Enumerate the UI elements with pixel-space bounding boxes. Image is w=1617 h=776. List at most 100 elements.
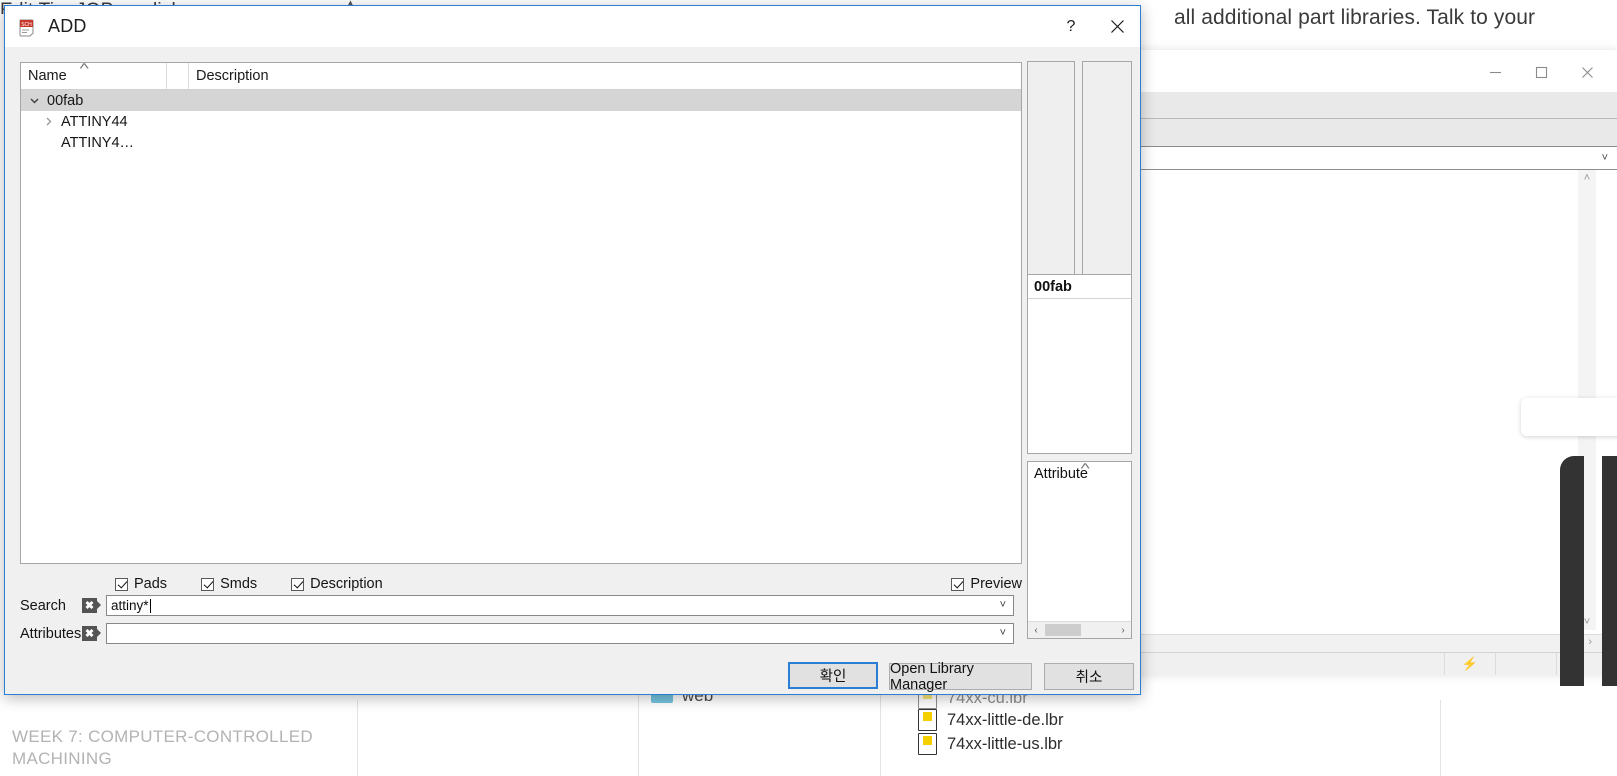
close-button[interactable]: [1094, 6, 1140, 47]
column-header-description[interactable]: Description: [189, 63, 1021, 89]
attribute-hscrollbar[interactable]: ‹ ›: [1028, 621, 1131, 638]
library-info-panel: 00fab: [1027, 274, 1132, 454]
scroll-right-icon[interactable]: ›: [1588, 636, 1592, 648]
page-divider-2: [638, 692, 639, 776]
status-cell-bolt: ⚡: [1445, 653, 1496, 675]
lightning-icon: ⚡: [1461, 656, 1479, 671]
background-window-controls: [1472, 58, 1610, 86]
scrollbar-thumb[interactable]: [1045, 624, 1081, 636]
checkbox-description[interactable]: Description: [291, 576, 383, 592]
cancel-button[interactable]: 취소: [1044, 663, 1134, 690]
tree-row-label: ATTINY44: [61, 113, 128, 130]
page-divider-4: [1440, 700, 1441, 776]
dialog-titlebar-buttons: ?: [1048, 6, 1140, 47]
background-window-toolbar: [1114, 92, 1617, 119]
chevron-right-icon[interactable]: [35, 111, 61, 132]
checkbox-pads-box[interactable]: [115, 577, 128, 591]
column-header-name-label: Name: [28, 68, 67, 84]
scroll-right-icon[interactable]: ›: [1115, 622, 1131, 638]
chevron-down-icon[interactable]: ˅: [1000, 599, 1006, 611]
checkbox-smds-box[interactable]: [201, 577, 215, 591]
column-header-name[interactable]: Name ˄: [21, 63, 167, 89]
dialog-body: Name ˄ Description 00fab ATTINY44 ATTINY…: [5, 47, 1140, 694]
sch-document-icon: SCH: [17, 17, 37, 37]
tree-rows: 00fab ATTINY44 ATTINY4…: [21, 90, 1021, 153]
table-row[interactable]: ATTINY4…: [21, 132, 1021, 153]
ok-button[interactable]: 확인: [788, 662, 878, 689]
scroll-up-icon[interactable]: ˄: [1584, 170, 1590, 186]
search-label: Search: [20, 597, 66, 614]
attributes-input[interactable]: ˅: [106, 623, 1014, 644]
minimize-icon[interactable]: [1472, 58, 1518, 86]
scroll-down-icon[interactable]: ˅: [1584, 614, 1590, 630]
clear-search-icon[interactable]: ✖: [82, 598, 101, 613]
search-input[interactable]: attiny* ˅: [106, 595, 1014, 616]
background-window-subtoolbar: [1114, 119, 1617, 147]
search-input-value: attiny*: [111, 598, 149, 613]
background-window-statusbar: ⚡: [1114, 652, 1617, 675]
checkbox-preview-label: Preview: [970, 576, 1022, 592]
table-row[interactable]: 00fab: [21, 90, 1021, 111]
sort-ascending-icon: ˄: [1079, 461, 1091, 473]
tree-row-label: ATTINY4…: [61, 134, 135, 151]
list-item[interactable]: 74xx-little-us.lbr: [918, 733, 1063, 755]
library-name-label: 00fab: [1028, 275, 1131, 299]
help-button[interactable]: ?: [1048, 6, 1094, 47]
chevron-down-icon[interactable]: ˅: [1000, 627, 1006, 639]
package-preview-pane: [1082, 61, 1132, 276]
background-banner-text: all additional part libraries. Talk to y…: [1174, 6, 1536, 29]
floating-card: [1521, 398, 1617, 436]
attributes-label: Attributes: [20, 625, 82, 642]
attributes-row: Attributes ✖ ˅: [20, 623, 1014, 644]
svg-text:SCH: SCH: [21, 21, 32, 27]
dialog-titlebar: SCH ADD ?: [5, 6, 1140, 47]
page-divider-1: [357, 700, 358, 776]
clear-attributes-icon[interactable]: ✖: [82, 626, 101, 641]
tree-row-label: 00fab: [47, 92, 84, 109]
dialog-title: ADD: [48, 16, 87, 36]
column-header-spacer[interactable]: [167, 63, 189, 89]
close-icon[interactable]: [1564, 58, 1610, 86]
chevron-down-icon[interactable]: [21, 90, 47, 111]
checkbox-preview-box[interactable]: [951, 577, 965, 591]
checkbox-description-box[interactable]: [291, 577, 305, 591]
options-row: Pads Smds Description Preview: [20, 572, 1022, 596]
list-item[interactable]: 74xx-little-de.lbr: [918, 709, 1063, 731]
library-tree-panel[interactable]: Name ˄ Description 00fab ATTINY44 ATTINY…: [20, 62, 1022, 564]
text-cursor: [149, 598, 151, 613]
tree-header: Name ˄ Description: [21, 63, 1021, 90]
checkbox-preview[interactable]: Preview: [951, 576, 1022, 592]
attribute-header[interactable]: Attribute ˄: [1028, 461, 1131, 485]
screen-root: Edit Tip: JOP — click ▲ all additional p…: [0, 0, 1617, 776]
background-window: ˅ ˄ ˅ › ⚡: [1113, 50, 1617, 675]
decorative-dark-bar-2: [1602, 456, 1617, 686]
sort-ascending-icon: ˄: [78, 62, 90, 73]
checkbox-smds-label: Smds: [220, 576, 258, 592]
column-header-description-label: Description: [196, 68, 269, 84]
add-dialog: SCH ADD ? Name ˄ Description 00fab ATTIN…: [4, 5, 1141, 695]
library-file-icon: [918, 733, 937, 755]
status-cell: [1114, 653, 1445, 675]
checkbox-description-label: Description: [310, 576, 383, 592]
library-file-label: 74xx-little-us.lbr: [947, 734, 1063, 753]
background-window-hscrollbar[interactable]: ›: [1114, 634, 1617, 653]
library-file-icon: [918, 709, 937, 731]
library-file-label: 74xx-little-de.lbr: [947, 710, 1064, 729]
checkbox-pads[interactable]: Pads: [115, 576, 167, 592]
search-row: Search ✖ attiny* ˅: [20, 595, 1014, 616]
background-window-combo[interactable]: ˅: [1114, 147, 1617, 170]
checkbox-pads-label: Pads: [134, 576, 168, 592]
week-title: WEEK 7: COMPUTER-CONTROLLED MACHINING: [12, 727, 313, 768]
decorative-dark-bar-1: [1560, 456, 1584, 686]
status-cell: [1496, 653, 1557, 675]
open-library-manager-button[interactable]: Open Library Manager: [889, 661, 1032, 693]
maximize-icon[interactable]: [1518, 58, 1564, 86]
page-divider-3: [880, 692, 881, 776]
symbol-preview-pane: [1027, 61, 1075, 276]
background-window-titlebar: [1114, 50, 1617, 92]
scroll-left-icon[interactable]: ‹: [1028, 622, 1044, 638]
attribute-panel[interactable]: Attribute ˄ ‹ ›: [1027, 461, 1132, 639]
checkbox-smds[interactable]: Smds: [201, 576, 257, 592]
table-row[interactable]: ATTINY44: [21, 111, 1021, 132]
chevron-down-icon: ˅: [1601, 152, 1608, 164]
